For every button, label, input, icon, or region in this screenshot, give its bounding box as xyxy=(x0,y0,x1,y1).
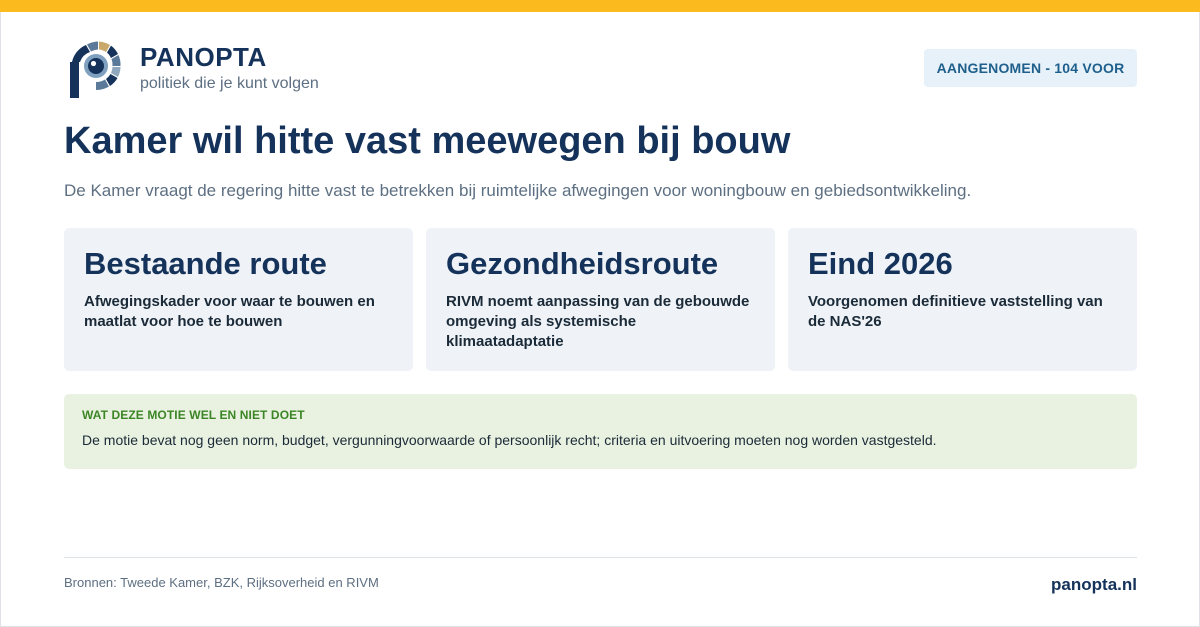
panopta-eye-logo-icon xyxy=(70,41,121,98)
info-card-health-route: Gezondheidsroute RIVM noemt aanpassing v… xyxy=(426,228,775,371)
brand-name: PANOPTA xyxy=(140,42,267,72)
card-description: Voorgenomen definitieve vaststelling van… xyxy=(808,293,1103,330)
page-title: Kamer wil hitte vast meewegen bij bouw xyxy=(64,120,791,162)
card-title: Bestaande route xyxy=(84,246,327,281)
card-description: Afwegingskader voor waar te bouwen en ma… xyxy=(84,293,375,330)
card-description: RIVM noemt aanpassing van de gebouwde om… xyxy=(446,293,750,350)
status-badge: AANGENOMEN - 104 VOOR xyxy=(924,49,1137,87)
site-link[interactable]: panopta.nl xyxy=(1051,575,1137,595)
lede-text: De Kamer vraagt de regering hitte vast t… xyxy=(64,181,972,200)
note-text: De motie bevat nog geen norm, budget, ve… xyxy=(82,432,937,448)
brand-tagline: politiek die je kunt volgen xyxy=(140,75,319,92)
note-title: WAT DEZE MOTIE WEL EN NIET DOET xyxy=(82,408,305,422)
footer-divider xyxy=(64,557,1137,558)
card-title: Gezondheidsroute xyxy=(446,246,719,281)
accent-bar xyxy=(0,0,1200,12)
sources-text: Bronnen: Tweede Kamer, BZK, Rijksoverhei… xyxy=(64,575,379,590)
info-card-deadline: Eind 2026 Voorgenomen definitieve vastst… xyxy=(788,228,1137,371)
card-title: Eind 2026 xyxy=(808,246,953,281)
motion-scope-note: WAT DEZE MOTIE WEL EN NIET DOET De motie… xyxy=(64,394,1137,469)
info-card-existing-route: Bestaande route Afwegingskader voor waar… xyxy=(64,228,413,371)
